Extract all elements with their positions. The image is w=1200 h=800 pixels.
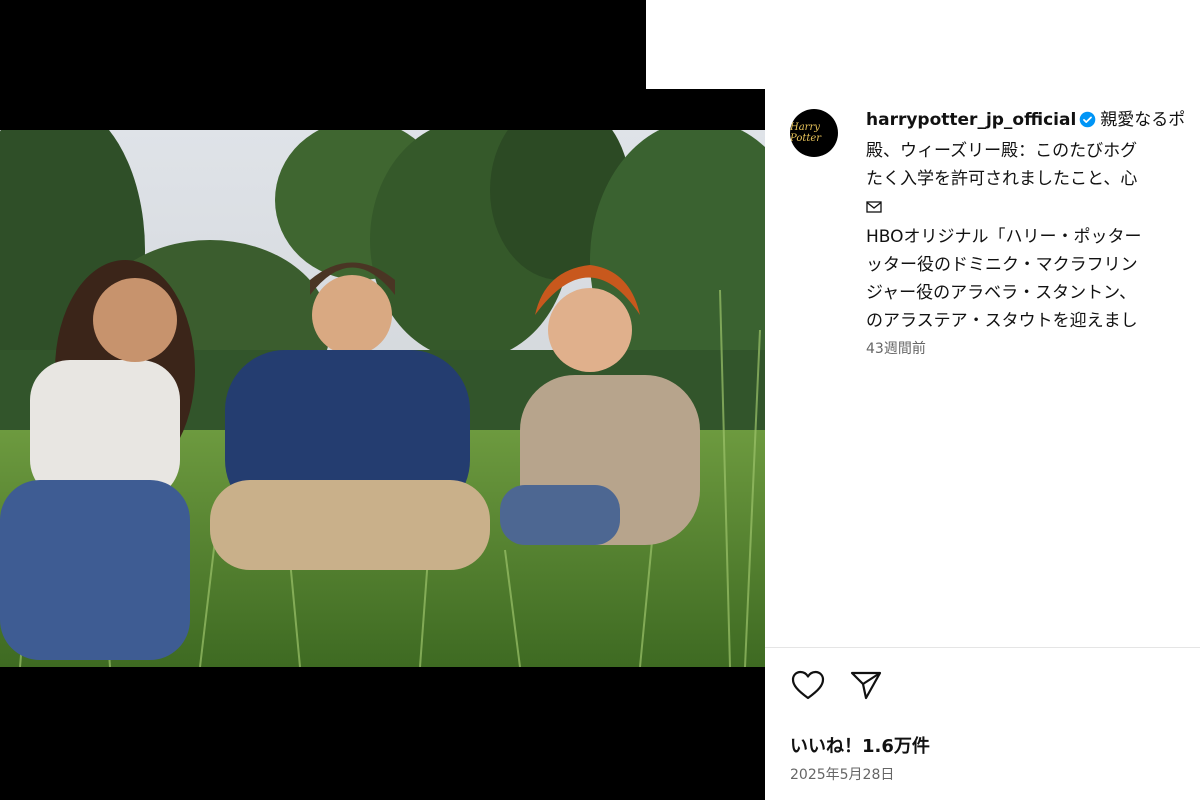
caption-line-2: 殿、ウィーズリー殿：このたびホグ <box>866 141 1138 161</box>
caption-text: 親愛なるポ <box>1100 110 1186 130</box>
verified-badge-icon <box>1079 109 1096 137</box>
caption-line-4 <box>866 193 1200 223</box>
caption-line-3: たく入学を許可されましたこと、心 <box>866 169 1138 189</box>
envelope-icon <box>866 195 882 223</box>
avatar-logo-text: Harry Potter <box>790 122 822 144</box>
post-caption: harrypotter_jp_official 親愛なるポ 殿、ウィーズリー殿：こ… <box>866 106 1200 335</box>
like-button[interactable] <box>790 669 826 705</box>
send-icon <box>850 670 882 704</box>
caption-line-6: ッター役のドミニク・マクラフリン <box>866 255 1138 275</box>
username-link[interactable]: harrypotter_jp_official <box>866 110 1076 130</box>
post-header: Harry Potter harrypotter_jp_official 親愛なる… <box>765 89 1200 649</box>
action-bar <box>790 669 884 705</box>
post-date[interactable]: 2025年5月28日 <box>790 764 894 784</box>
heart-icon <box>791 670 825 704</box>
caption-line-7: ジャー役のアラベラ・スタントン、 <box>866 283 1137 303</box>
caption-line-1: harrypotter_jp_official 親愛なるポ <box>866 106 1200 137</box>
likes-count[interactable]: いいね！1.6万件 <box>790 732 930 758</box>
avatar[interactable]: Harry Potter <box>790 109 838 157</box>
post-time-ago[interactable]: 43週間前 <box>866 338 926 358</box>
post-detail-panel: Harry Potter harrypotter_jp_official 親愛なる… <box>765 89 1200 800</box>
post-photo[interactable] <box>0 130 765 667</box>
app-root: Harry Potter harrypotter_jp_official 親愛なる… <box>0 0 1200 800</box>
caption-line-5: HBOオリジナル「ハリー・ポッター <box>866 227 1142 247</box>
caption-line-8: のアラステア・スタウトを迎えまし <box>866 311 1138 331</box>
divider <box>765 647 1200 648</box>
background-panel <box>646 0 1200 89</box>
share-button[interactable] <box>848 669 884 705</box>
photo-illustration <box>0 130 765 667</box>
